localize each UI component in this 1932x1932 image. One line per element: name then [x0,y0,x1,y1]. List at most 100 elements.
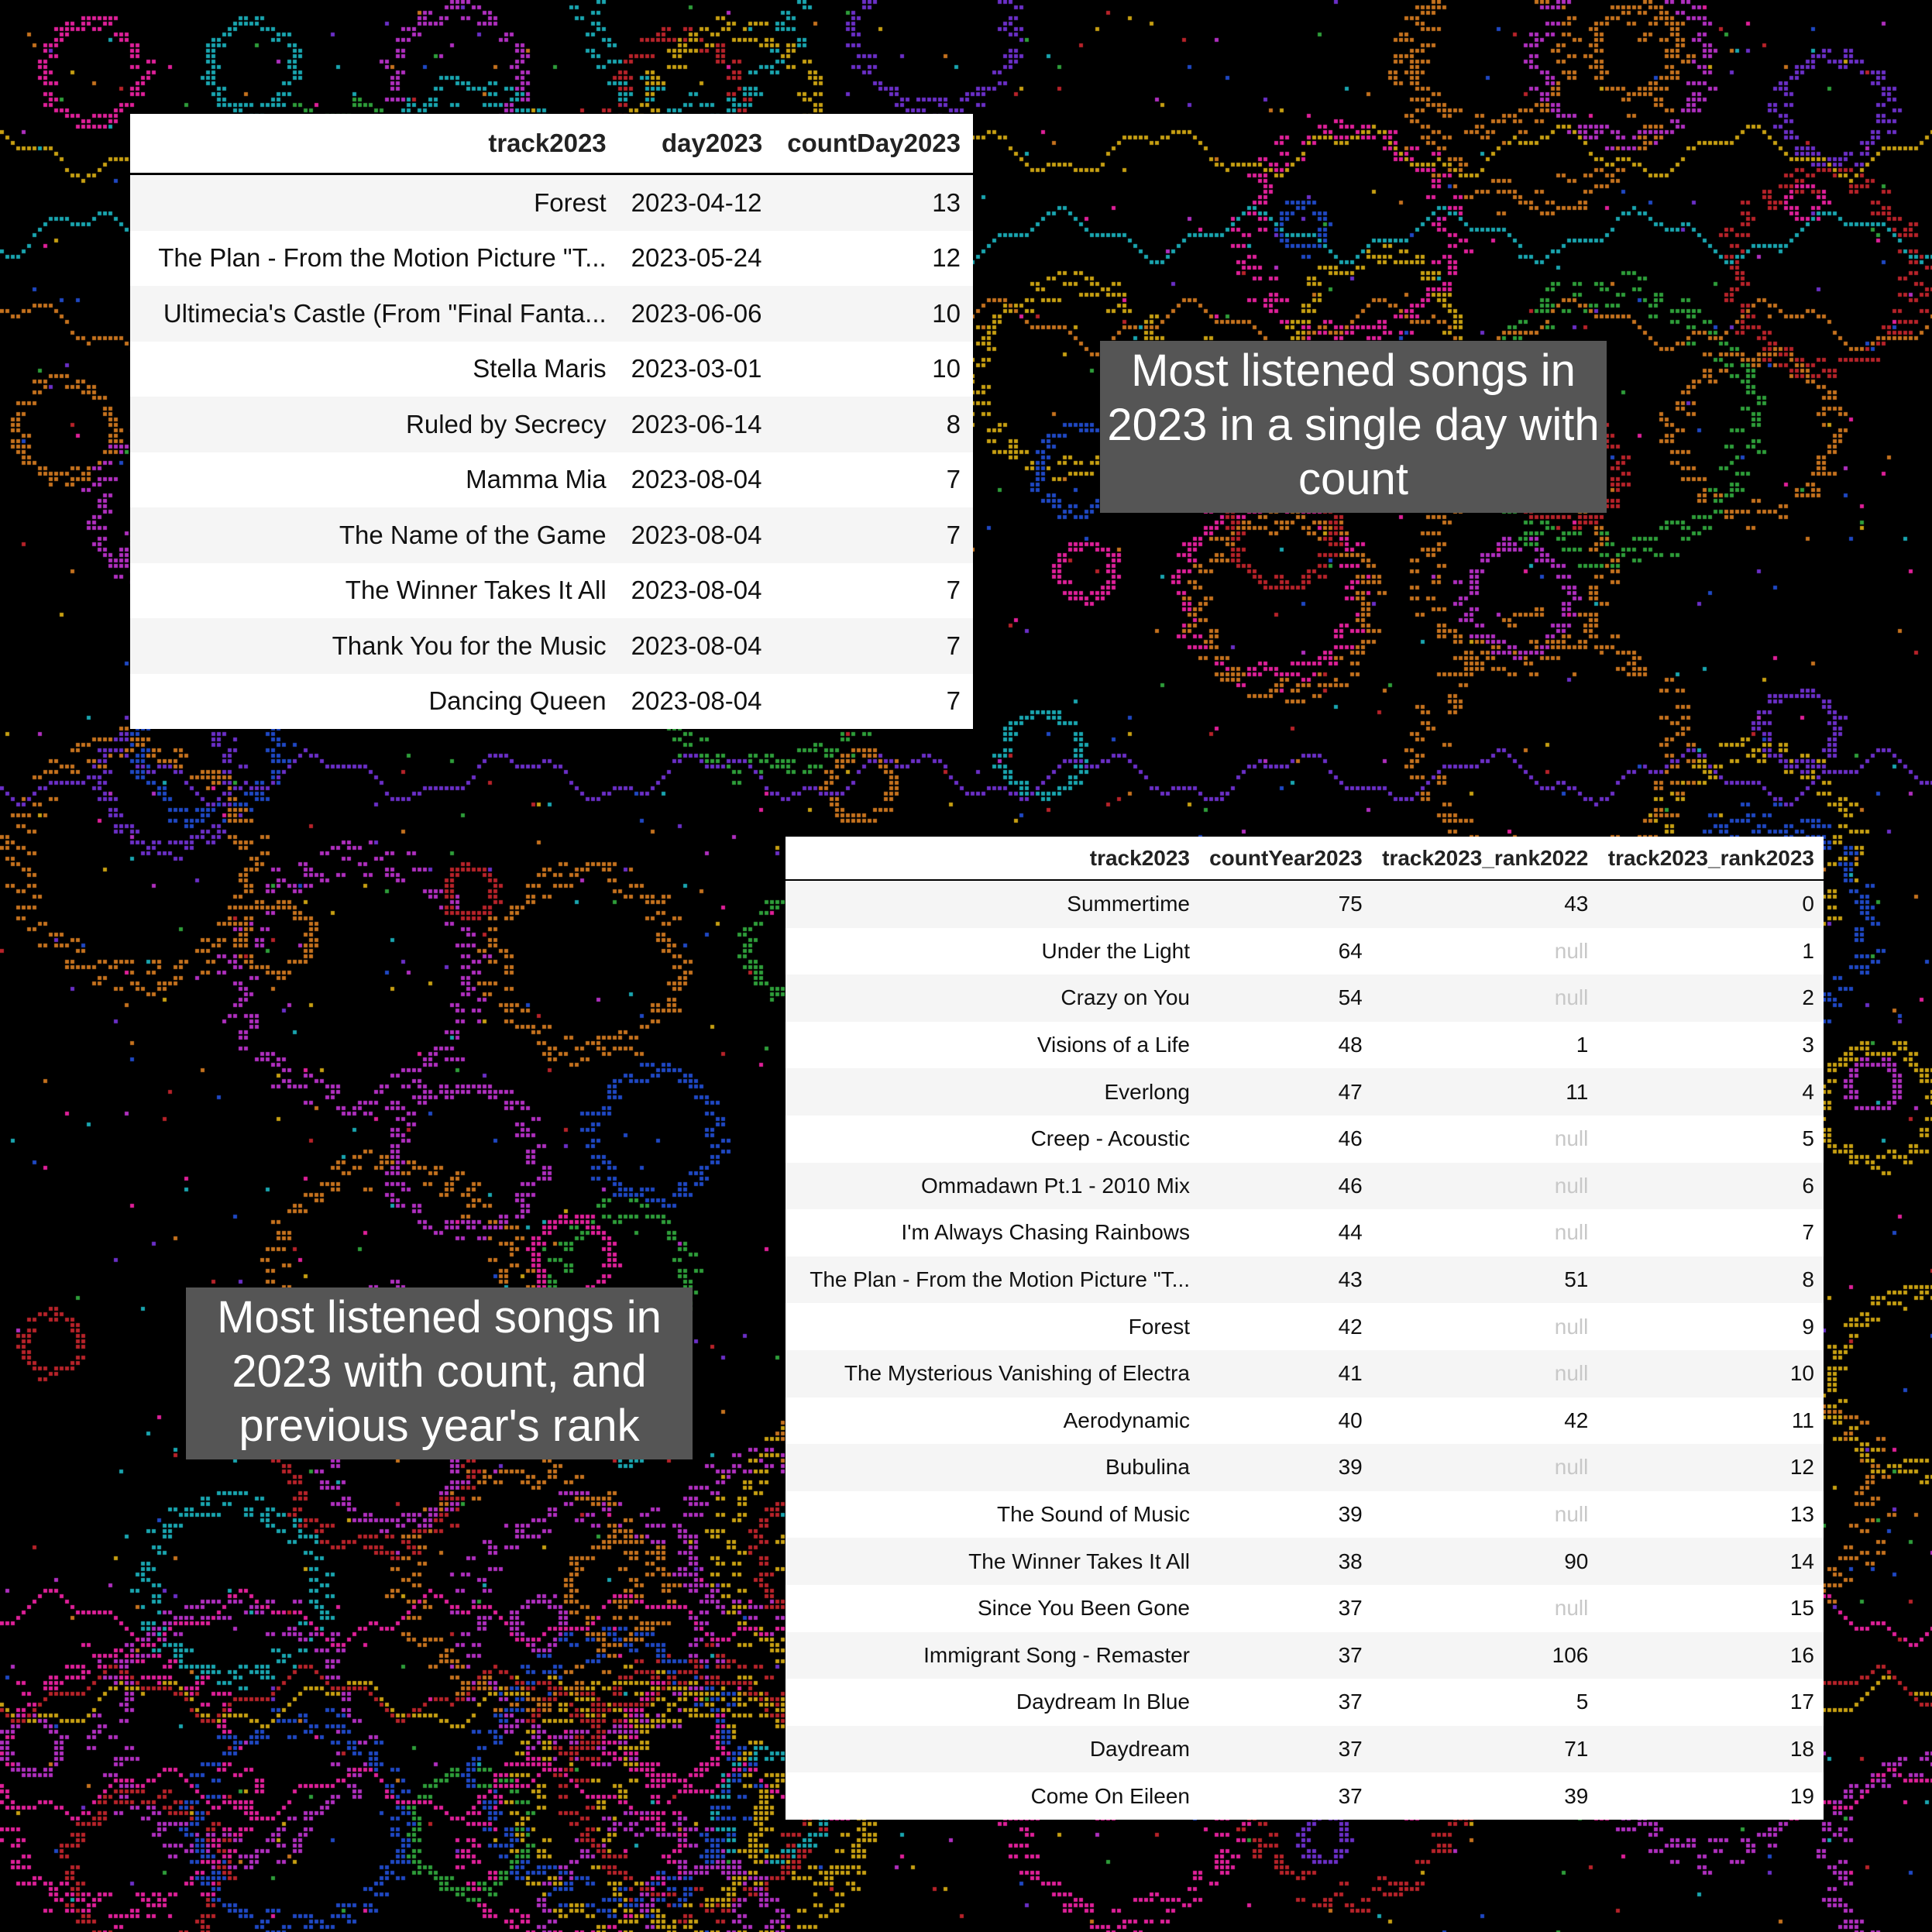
table-cell: 12 [1597,1444,1824,1491]
column-header: track2023 [130,114,619,175]
table-cell: 38 [1199,1538,1372,1585]
table-cell: 41 [1199,1349,1372,1397]
table-row: The Sound of Music 39 null 13 [786,1490,1824,1538]
table-cell: 16 [1597,1631,1824,1679]
table-cell: 2023-04-12 [618,174,775,231]
table-row: Ommadawn Pt.1 - 2010 Mix 46 null 6 [786,1162,1824,1210]
table-cell: 37 [1199,1725,1372,1773]
table-row: Ultimecia's Castle (From "Final Fanta...… [130,286,973,342]
table-row: Immigrant Song - Remaster 37 106 16 [786,1631,1824,1679]
table-cell: 17 [1597,1679,1824,1726]
table-cell: null [1371,1115,1598,1163]
table-cell: 2 [1597,975,1824,1022]
table-cell: Mamma Mia [130,452,619,507]
table-cell: Under the Light [786,927,1199,975]
table-row: The Plan - From the Motion Picture "T...… [130,230,973,286]
table-cell: Crazy on You [786,975,1199,1022]
table-cell: The Name of the Game [130,507,619,563]
table-cell: 37 [1199,1631,1372,1679]
table-cell: Ommadawn Pt.1 - 2010 Mix [786,1162,1199,1210]
table-row: Mamma Mia 2023-08-04 7 [130,452,973,507]
table-row: Since You Been Gone 37 null 15 [786,1584,1824,1632]
caption-year-rank: Most listened songs in 2023 with count, … [186,1287,693,1459]
table-row: The Plan - From the Motion Picture "T...… [786,1256,1824,1304]
table-cell: 10 [775,286,973,342]
table-cell: 2023-08-04 [618,562,775,618]
table-cell: 40 [1199,1397,1372,1445]
table-cell: 5 [1597,1115,1824,1163]
table-cell: 5 [1371,1679,1598,1726]
table-cell: 3 [1597,1021,1824,1069]
table-cell: 37 [1199,1584,1372,1632]
table-cell: 43 [1371,880,1598,928]
table-row: Creep - Acoustic 46 null 5 [786,1115,1824,1163]
table-cell: 13 [775,174,973,231]
table-cell: 8 [775,397,973,452]
table-cell: 7 [775,452,973,507]
table-cell: 42 [1371,1397,1598,1445]
table-cell: 14 [1597,1538,1824,1585]
table-cell: 39 [1199,1444,1372,1491]
table-cell: 10 [1597,1349,1824,1397]
table-row: Dancing Queen 2023-08-04 7 [130,673,973,729]
table-cell: null [1371,1209,1598,1256]
table-cell: Daydream [786,1725,1199,1773]
table-row: Stella Maris 2023-03-01 10 [130,341,973,397]
column-header: track2023_rank2022 [1371,837,1598,881]
table-body: Summertime 75 43 0 Under the Light 64 null 1 Cra… [786,880,1824,1820]
table-year-rank: track2023 countYear2023 track2023_rank20… [786,837,1824,1820]
table-cell: null [1371,1162,1598,1210]
table-cell: 2023-05-24 [618,230,775,286]
table-cell: Stella Maris [130,341,619,397]
table-row: The Winner Takes It All 38 90 14 [786,1538,1824,1585]
table-cell: 46 [1199,1115,1372,1163]
column-header: countYear2023 [1199,837,1372,881]
table-cell: 11 [1371,1068,1598,1116]
table-cell: null [1371,927,1598,975]
table-row: Aerodynamic 40 42 11 [786,1397,1824,1445]
table-cell: null [1371,1444,1598,1491]
table-cell: 47 [1199,1068,1372,1116]
table-row: The Mysterious Vanishing of Electra 41 nul… [786,1349,1824,1397]
table-cell: null [1371,1584,1598,1632]
table-cell: Since You Been Gone [786,1584,1199,1632]
table-cell: 37 [1199,1679,1372,1726]
table-cell: 44 [1199,1209,1372,1256]
table-cell: 1 [1597,927,1824,975]
table-cell: Immigrant Song - Remaster [786,1631,1199,1679]
table-cell: Aerodynamic [786,1397,1199,1445]
table-cell: null [1371,1490,1598,1538]
table-cell: 2023-06-06 [618,286,775,342]
table-cell: Thank You for the Music [130,618,619,674]
column-header: countDay2023 [775,114,973,175]
table-cell: 7 [775,507,973,563]
caption-single-day: Most listened songs in 2023 in a single … [1100,341,1607,513]
table-row: Everlong 47 11 4 [786,1068,1824,1116]
table-cell: 2023-08-04 [618,452,775,507]
table-cell: 12 [775,230,973,286]
column-header: track2023_rank2023 [1597,837,1824,881]
table-cell: 7 [775,618,973,674]
table-row: Daydream 37 71 18 [786,1725,1824,1773]
table-cell: 6 [1597,1162,1824,1210]
table-cell: 7 [1597,1209,1824,1256]
table-cell: Forest [786,1303,1199,1350]
table-cell: 8 [1597,1256,1824,1304]
column-header: day2023 [618,114,775,175]
table-row: Forest 2023-04-12 13 [130,174,973,231]
table-cell: 46 [1199,1162,1372,1210]
table-row: The Winner Takes It All 2023-08-04 7 [130,562,973,618]
table-cell: Dancing Queen [130,673,619,729]
table-cell: 19 [1597,1772,1824,1820]
table-cell: 11 [1597,1397,1824,1445]
table-cell: 37 [1199,1772,1372,1820]
table-cell: 39 [1199,1490,1372,1538]
table-cell: Ultimecia's Castle (From "Final Fanta... [130,286,619,342]
table-cell: 2023-08-04 [618,673,775,729]
table-cell: 9 [1597,1303,1824,1350]
table-cell: 42 [1199,1303,1372,1350]
table-cell: 64 [1199,927,1372,975]
table-cell: 15 [1597,1584,1824,1632]
table-cell: 18 [1597,1725,1824,1773]
table-cell: null [1371,1349,1598,1397]
